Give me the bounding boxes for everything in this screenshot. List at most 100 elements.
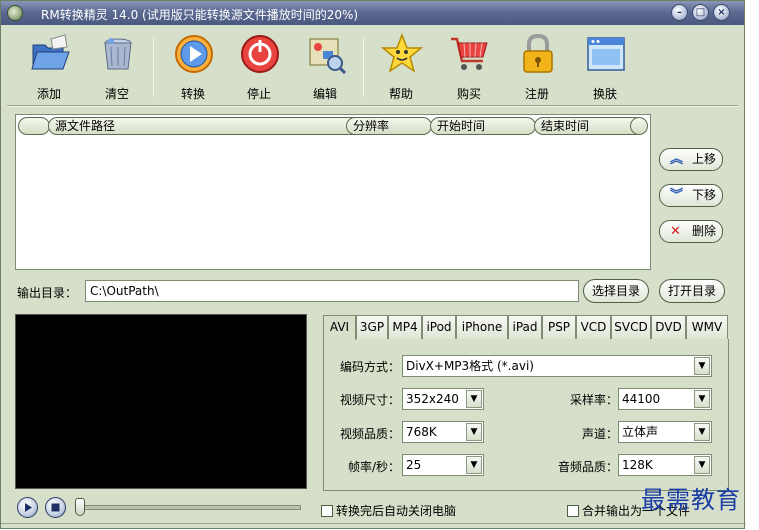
stop-playback-button[interactable]: [45, 497, 66, 518]
title-bar[interactable]: RM转换精灵 14.0 (试用版只能转换源文件播放时间的20%) – □ ×: [1, 1, 744, 25]
register-label: 注册: [524, 87, 549, 101]
tab-ipad[interactable]: iPad: [508, 315, 542, 339]
shutdown-after-checkbox[interactable]: 转换完后自动关闭电脑: [321, 502, 456, 519]
samplerate-value: 44100: [622, 392, 661, 406]
framerate-select[interactable]: 25 ▼: [402, 454, 484, 476]
chevron-down-icon[interactable]: ▼: [694, 357, 710, 375]
open-dir-button[interactable]: 打开目录: [659, 279, 725, 303]
channel-label: 声道：: [581, 427, 618, 441]
edit-label: 编辑: [312, 87, 337, 101]
toolbar-divider: [7, 105, 738, 107]
seek-slider-thumb[interactable]: [75, 498, 85, 516]
column-header-resolution[interactable]: 分辨率: [346, 117, 432, 135]
skin-button[interactable]: 换肤: [575, 31, 635, 103]
tab-dvd[interactable]: DVD: [651, 315, 686, 339]
audio-quality-label: 音频品质：: [557, 460, 618, 474]
tab-psp[interactable]: PSP: [542, 315, 576, 339]
tab-ipod[interactable]: iPod: [422, 315, 456, 339]
star-face-icon: [381, 33, 423, 73]
trash-can-icon: [104, 38, 132, 70]
chevron-down-icon[interactable]: ▼: [694, 456, 710, 474]
buy-button[interactable]: 购买: [439, 31, 499, 103]
add-button[interactable]: 添加: [19, 31, 79, 103]
clear-label: 清空: [104, 87, 129, 101]
checkbox-box[interactable]: [321, 505, 333, 517]
tab-vcd[interactable]: VCD: [576, 315, 611, 339]
codec-select[interactable]: DivX+MP3格式 (*.avi) ▼: [402, 355, 712, 377]
video-size-select[interactable]: 352x240 ▼: [402, 388, 484, 410]
delete-button[interactable]: ✕ 删除: [659, 220, 723, 243]
watermark-text: 最需教育: [641, 486, 741, 514]
choose-dir-button[interactable]: 选择目录: [583, 279, 649, 303]
red-x-icon: ✕: [670, 224, 681, 239]
minimize-button[interactable]: –: [671, 4, 688, 21]
video-quality-value: 768K: [406, 425, 437, 439]
column-header-end-time[interactable]: 结束时间: [534, 117, 644, 135]
maximize-button[interactable]: □: [692, 4, 709, 21]
play-icon: [25, 503, 32, 512]
framerate-label: 帧率/秒：: [347, 460, 400, 474]
output-dir-input[interactable]: C:\OutPath\: [85, 280, 579, 302]
output-dir-label: 输出目录：: [17, 286, 78, 300]
window-title: RM转换精灵 14.0 (试用版只能转换源文件播放时间的20%): [41, 8, 359, 22]
convert-label: 转换: [180, 87, 205, 101]
framerate-value: 25: [406, 458, 422, 472]
app-window: RM转换精灵 14.0 (试用版只能转换源文件播放时间的20%) – □ × 添…: [0, 0, 746, 529]
double-chevron-down-icon: ︾: [670, 188, 684, 203]
audio-quality-value: 128K: [622, 458, 653, 472]
help-label: 帮助: [388, 87, 413, 101]
codec-label: 编码方式：: [339, 360, 400, 374]
add-label: 添加: [36, 87, 61, 101]
play-button[interactable]: [17, 497, 38, 518]
checkbox-box[interactable]: [567, 505, 579, 517]
video-size-label: 视频尺寸：: [339, 393, 400, 407]
convert-button[interactable]: 转换: [163, 31, 223, 103]
folder-open-icon: [31, 34, 70, 70]
column-header-start-time[interactable]: 开始时间: [430, 117, 536, 135]
samplerate-select[interactable]: 44100 ▼: [618, 388, 712, 410]
column-header-check[interactable]: [18, 117, 50, 135]
move-up-button[interactable]: ︽ 上移: [659, 148, 723, 171]
move-up-label: 上移: [691, 152, 716, 166]
close-button[interactable]: ×: [713, 4, 730, 21]
buy-label: 购买: [456, 87, 481, 101]
clear-button[interactable]: 清空: [87, 31, 147, 103]
app-icon[interactable]: [7, 5, 23, 21]
chevron-down-icon[interactable]: ▼: [466, 390, 482, 408]
power-stop-icon: [241, 35, 279, 73]
delete-label: 删除: [691, 224, 716, 238]
toolbar-separator: [153, 37, 154, 97]
tab-iphone[interactable]: iPhone: [456, 315, 508, 339]
skin-label: 换肤: [592, 87, 617, 101]
help-button[interactable]: 帮助: [371, 31, 431, 103]
play-circle-icon: [175, 35, 213, 73]
edit-button[interactable]: 编辑: [295, 31, 355, 103]
codec-value: DivX+MP3格式 (*.avi): [406, 359, 534, 373]
chevron-down-icon[interactable]: ▼: [466, 423, 482, 441]
skin-window-icon: [587, 37, 625, 71]
toolbar: 添加 清空 转换 停止 编辑 帮助 购买 注册 换肤: [7, 29, 738, 105]
register-button[interactable]: 注册: [507, 31, 567, 103]
chevron-down-icon[interactable]: ▼: [466, 456, 482, 474]
shopping-cart-icon: [451, 37, 488, 70]
column-header-extra[interactable]: [630, 117, 648, 135]
column-header-source-path[interactable]: 源文件路径: [48, 117, 360, 135]
stop-label: 停止: [246, 87, 271, 101]
tab-3gp[interactable]: 3GP: [356, 315, 388, 339]
tab-svcd[interactable]: SVCD: [611, 315, 651, 339]
tab-mp4[interactable]: MP4: [388, 315, 422, 339]
file-list[interactable]: 源文件路径 分辨率 开始时间 结束时间: [15, 114, 651, 270]
tab-wmv[interactable]: WMV: [686, 315, 728, 339]
chevron-down-icon[interactable]: ▼: [694, 423, 710, 441]
video-quality-select[interactable]: 768K ▼: [402, 421, 484, 443]
chevron-down-icon[interactable]: ▼: [694, 390, 710, 408]
seek-slider[interactable]: [79, 505, 301, 510]
channel-select[interactable]: 立体声 ▼: [618, 421, 712, 443]
stop-square-icon: [51, 503, 60, 512]
audio-quality-select[interactable]: 128K ▼: [618, 454, 712, 476]
tab-avi[interactable]: AVI: [323, 315, 356, 340]
move-down-button[interactable]: ︾ 下移: [659, 184, 723, 207]
stop-button[interactable]: 停止: [229, 31, 289, 103]
channel-value: 立体声: [622, 425, 659, 439]
double-chevron-up-icon: ︽: [670, 152, 684, 167]
